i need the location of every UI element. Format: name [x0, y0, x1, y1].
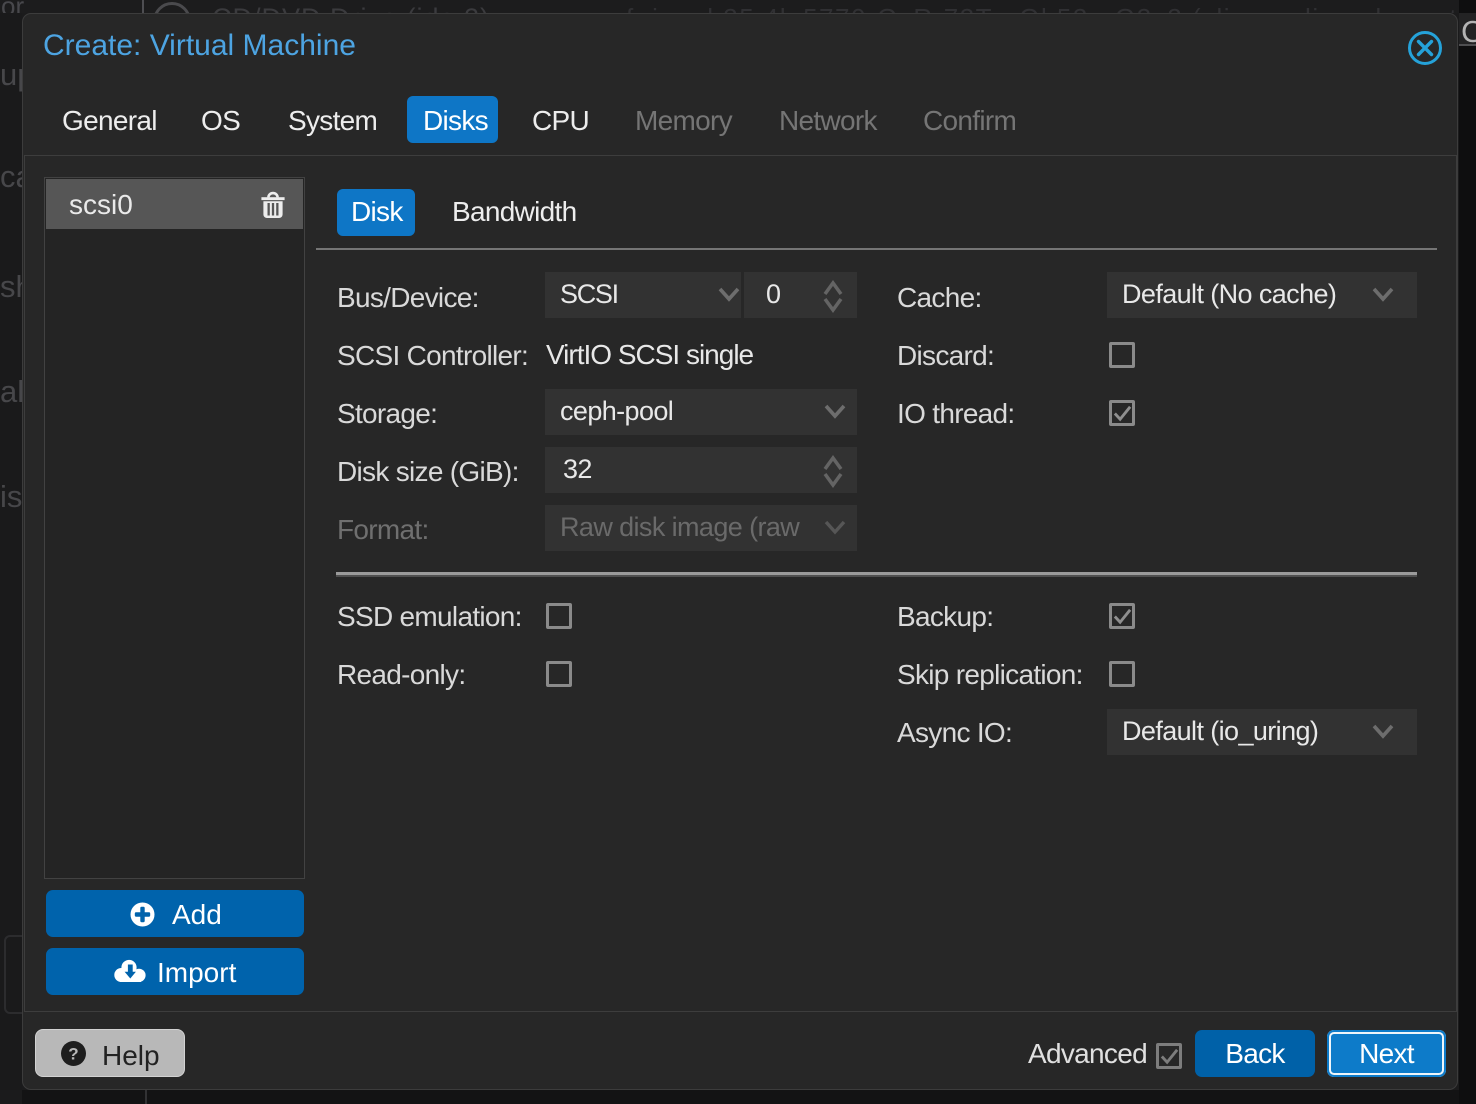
svg-text:?: ? [68, 1045, 78, 1064]
